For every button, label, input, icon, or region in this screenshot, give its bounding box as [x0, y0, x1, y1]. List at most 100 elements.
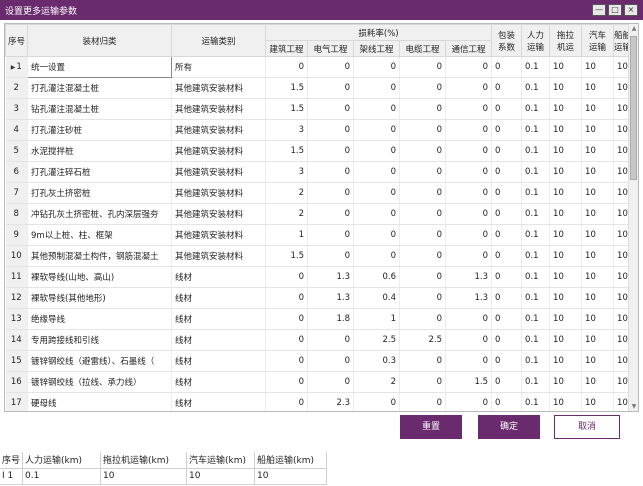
loss-rate-cell[interactable]: 0 — [445, 224, 493, 246]
pack-coefficient-cell[interactable]: 0 — [491, 56, 523, 78]
loss-rate-cell[interactable]: 1.5 — [265, 98, 308, 120]
loss-rate-cell[interactable]: 0 — [353, 182, 400, 204]
loss-rate-cell[interactable]: 0 — [307, 203, 354, 225]
loss-rate-cell[interactable]: 2.5 — [399, 329, 446, 351]
loss-rate-cell[interactable]: 0 — [353, 56, 400, 78]
transport-category-cell[interactable]: 其他建筑安装材料 — [171, 203, 266, 225]
pack-coefficient-cell[interactable]: 0 — [491, 266, 523, 288]
loss-rate-cell[interactable]: 0 — [353, 140, 400, 162]
loss-rate-cell[interactable]: 0 — [307, 350, 354, 372]
table-row[interactable]: ▶1 统一设置 所有 0 0 0 0 0 0 0.1 10 10 10 — [5, 56, 631, 78]
labor-transport-cell[interactable]: 0.1 — [521, 224, 551, 246]
loss-rate-cell[interactable]: 0 — [445, 392, 493, 411]
loss-rate-cell[interactable]: 0 — [445, 56, 493, 78]
loss-rate-cell[interactable]: 0 — [399, 308, 446, 330]
truck-transport-cell[interactable]: 10 — [581, 224, 615, 246]
loss-rate-cell[interactable]: 0.4 — [353, 287, 400, 309]
loss-rate-cell[interactable]: 0 — [399, 161, 446, 183]
pack-coefficient-cell[interactable]: 0 — [491, 329, 523, 351]
truck-transport-cell[interactable]: 10 — [581, 392, 615, 411]
labor-transport-cell[interactable]: 0.1 — [521, 98, 551, 120]
loss-rate-cell[interactable]: 3 — [265, 119, 308, 141]
truck-transport-cell[interactable]: 10 — [581, 266, 615, 288]
row-number-cell[interactable]: 3 — [5, 98, 28, 120]
loss-rate-cell[interactable]: 0 — [265, 371, 308, 393]
table-row[interactable]: 9 9m以上桩、柱、框架 其他建筑安装材料 1 0 0 0 0 0 0.1 10 10 10 — [5, 224, 631, 246]
loss-rate-cell[interactable]: 0 — [265, 266, 308, 288]
row-number-cell[interactable]: 12 — [5, 287, 28, 309]
truck-transport-cell[interactable]: 10 — [581, 371, 615, 393]
row-number-cell[interactable]: 8 — [5, 203, 28, 225]
table-row[interactable]: 8 冲钻孔灰土挤密桩、孔内深层强夯 其他建筑安装材料 2 0 0 0 0 0 0.1 10 10 10 — [5, 203, 631, 225]
pack-coefficient-cell[interactable]: 0 — [491, 308, 523, 330]
loss-rate-cell[interactable]: 0 — [445, 308, 493, 330]
loss-rate-cell[interactable]: 2.5 — [353, 329, 400, 351]
labor-transport-cell[interactable]: 0.1 — [521, 245, 551, 267]
truck-transport-cell[interactable]: 10 — [581, 245, 615, 267]
transport-category-cell[interactable]: 其他建筑安装材料 — [171, 98, 266, 120]
loss-rate-cell[interactable]: 1.3 — [445, 287, 493, 309]
loss-rate-cell[interactable]: 0 — [353, 245, 400, 267]
truck-transport-cell[interactable]: 10 — [581, 308, 615, 330]
transport-category-cell[interactable]: 线材 — [171, 350, 266, 372]
col-header-loss-telecom[interactable]: 通信工程 — [444, 40, 493, 57]
loss-rate-cell[interactable]: 0 — [399, 245, 446, 267]
pack-coefficient-cell[interactable]: 0 — [491, 140, 523, 162]
tractor-transport-cell[interactable]: 10 — [549, 161, 583, 183]
minimize-icon[interactable]: — — [592, 4, 606, 16]
pack-coefficient-cell[interactable]: 0 — [491, 119, 523, 141]
labor-transport-cell[interactable]: 0.1 — [521, 119, 551, 141]
transport-category-cell[interactable]: 其他建筑安装材料 — [171, 119, 266, 141]
labor-transport-cell[interactable]: 0.1 — [521, 392, 551, 411]
loss-rate-cell[interactable]: 0 — [353, 161, 400, 183]
labor-transport-cell[interactable]: 0.1 — [521, 266, 551, 288]
labor-transport-cell[interactable]: 0.1 — [521, 77, 551, 99]
col-header-loss-electric[interactable]: 电气工程 — [307, 40, 354, 57]
material-category-cell[interactable]: 裸软导线(其他地形) — [27, 287, 172, 309]
row-number-cell[interactable]: 13 — [5, 308, 28, 330]
pack-coefficient-cell[interactable]: 0 — [491, 182, 523, 204]
loss-rate-cell[interactable]: 0 — [265, 287, 308, 309]
tractor-transport-cell[interactable]: 10 — [549, 98, 583, 120]
truck-transport-cell[interactable]: 10 — [581, 203, 615, 225]
loss-rate-cell[interactable]: 2 — [265, 203, 308, 225]
ok-button[interactable]: 确定 — [478, 415, 540, 439]
labor-transport-cell[interactable]: 0.1 — [521, 350, 551, 372]
loss-rate-cell[interactable]: 0 — [445, 119, 493, 141]
labor-transport-cell[interactable]: 0.1 — [521, 287, 551, 309]
tractor-transport-cell[interactable]: 10 — [549, 287, 583, 309]
loss-rate-cell[interactable]: 0 — [307, 182, 354, 204]
loss-rate-cell[interactable]: 1.5 — [265, 77, 308, 99]
material-category-cell[interactable]: 打孔灰土挤密桩 — [27, 182, 172, 204]
loss-rate-cell[interactable]: 0 — [445, 77, 493, 99]
row-number-cell[interactable]: 7 — [5, 182, 28, 204]
loss-rate-cell[interactable]: 0 — [399, 77, 446, 99]
loss-rate-cell[interactable]: 0 — [307, 98, 354, 120]
row-number-cell[interactable]: 4 — [5, 119, 28, 141]
loss-rate-cell[interactable]: 2.3 — [307, 392, 354, 411]
tractor-transport-cell[interactable]: 10 — [549, 245, 583, 267]
loss-rate-cell[interactable]: 0 — [307, 56, 354, 78]
col-header-no[interactable]: 序号 — [5, 24, 28, 57]
col-header-pack[interactable]: 包装 系数 — [491, 24, 523, 57]
loss-rate-cell[interactable]: 0 — [399, 224, 446, 246]
pack-coefficient-cell[interactable]: 0 — [491, 245, 523, 267]
loss-rate-cell[interactable]: 0.6 — [353, 266, 400, 288]
tractor-transport-cell[interactable]: 10 — [549, 392, 583, 411]
close-icon[interactable]: × — [624, 4, 638, 16]
tractor-transport-cell[interactable]: 10 — [549, 182, 583, 204]
transport-category-cell[interactable]: 其他建筑安装材料 — [171, 182, 266, 204]
pack-coefficient-cell[interactable]: 0 — [491, 161, 523, 183]
row-number-cell[interactable]: 17 — [5, 392, 28, 411]
loss-rate-cell[interactable]: 1 — [353, 308, 400, 330]
loss-rate-cell[interactable]: 0 — [307, 161, 354, 183]
loss-rate-cell[interactable]: 2 — [265, 182, 308, 204]
truck-transport-cell[interactable]: 10 — [581, 182, 615, 204]
loss-rate-cell[interactable]: 0 — [399, 203, 446, 225]
loss-rate-cell[interactable]: 0 — [353, 98, 400, 120]
loss-rate-cell[interactable]: 0 — [353, 392, 400, 411]
loss-rate-cell[interactable]: 0 — [399, 392, 446, 411]
scroll-thumb[interactable] — [630, 36, 637, 180]
loss-rate-cell[interactable]: 0 — [445, 140, 493, 162]
table-row[interactable]: 3 钻孔灌注混凝土桩 其他建筑安装材料 1.5 0 0 0 0 0 0.1 10 10 10 — [5, 98, 631, 120]
